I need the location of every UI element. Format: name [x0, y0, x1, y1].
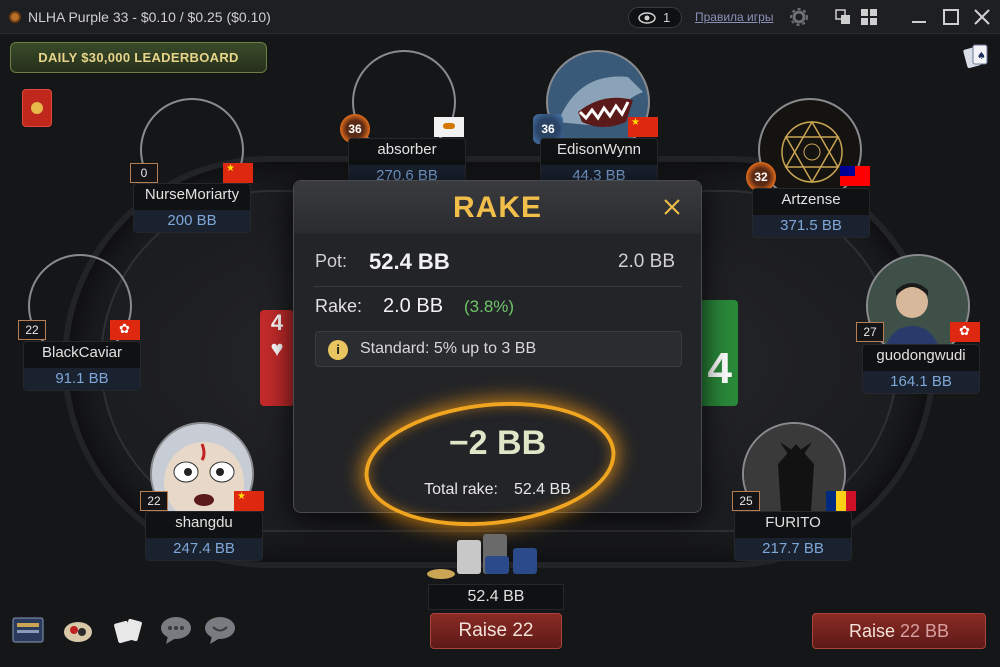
player-level-badge: 25	[732, 491, 760, 511]
community-card-right: 4	[700, 300, 738, 406]
player-plate: guodongwudi 164.1 BB	[862, 344, 980, 394]
pot-value: 52.4 BB	[369, 249, 450, 274]
player-name: BlackCaviar	[41, 344, 123, 361]
emoji-chat-icon[interactable]	[202, 614, 238, 646]
player-level-badge: 0	[130, 163, 158, 183]
player-name: EdisonWynn	[556, 141, 642, 158]
raise-bb-button[interactable]: Raise 22 BB	[812, 613, 986, 649]
close-icon[interactable]	[662, 197, 682, 217]
chip-emoji-icon[interactable]	[60, 614, 96, 646]
total-rake-value: 52.4 BB	[513, 481, 571, 498]
raise-bb-amount: 22 BB	[900, 621, 950, 641]
person-photo-icon	[868, 256, 968, 356]
title-bar: NLHA Purple 33 - $0.10 / $0.25 ($0.10) 1…	[0, 0, 1000, 34]
rake-info-text: Standard: 5% up to 3 BB	[360, 340, 537, 357]
player-plate: shangdu 247.4 BB	[145, 511, 263, 561]
flag-cyprus-icon	[434, 117, 464, 137]
flag-china-icon	[234, 491, 264, 511]
window-title: NLHA Purple 33 - $0.10 / $0.25 ($0.10)	[28, 9, 271, 25]
flag-china-icon	[628, 117, 658, 137]
flag-romania-icon	[826, 491, 856, 511]
rake-percent: (3.8%)	[464, 297, 515, 316]
player-stack: 91.1 BB	[24, 368, 140, 390]
player-name: absorber	[377, 141, 437, 158]
player-plate: NurseMoriarty 200 BB	[133, 183, 251, 233]
flag-hongkong-icon	[950, 322, 980, 342]
rake-info-box: i Standard: 5% up to 3 BB	[315, 331, 682, 367]
svg-text:♠: ♠	[977, 51, 986, 62]
rake-dialog: RAKE Pot: 52.4 BB 2.0 BB Rake: 2.0 BB (3…	[293, 180, 702, 538]
bottom-toolbar	[10, 614, 250, 654]
divider	[314, 286, 682, 287]
grid-view-icon[interactable]	[860, 8, 878, 26]
player-name: guodongwudi	[876, 347, 966, 364]
red-envelope-icon[interactable]	[22, 89, 52, 127]
metatron-avatar	[758, 98, 862, 202]
pot-total: 52.4 BB	[428, 584, 564, 610]
player-level-badge: 22	[18, 320, 46, 340]
rake-row: Rake: 2.0 BB (3.8%)	[294, 293, 701, 327]
observers-count: 1	[663, 10, 671, 25]
pot-row: Pot: 52.4 BB 2.0 BB	[294, 249, 701, 285]
pot-rake-amount: 2.0 BB	[617, 251, 675, 272]
heart-suit-icon: ♥	[270, 336, 284, 361]
flag-china-icon	[223, 163, 253, 183]
player-name: Artzense	[781, 191, 841, 208]
eye-icon	[638, 12, 656, 24]
rake-dialog-header: RAKE	[294, 181, 701, 234]
total-rake-label: Total rake:	[424, 481, 498, 498]
maximize-icon[interactable]	[942, 8, 960, 26]
pot-label: Pot:	[315, 251, 348, 271]
rake-label: Rake:	[315, 296, 363, 316]
flag-hongkong-icon	[110, 320, 140, 340]
tile-windows-icon[interactable]	[834, 8, 852, 26]
player-level-badge: 27	[856, 322, 884, 342]
chat-bubble-icon[interactable]	[158, 614, 194, 646]
community-card-left: 4 ♥	[260, 310, 294, 406]
player-stack: 164.1 BB	[863, 371, 979, 393]
photo-avatar	[866, 254, 970, 358]
player-name: NurseMoriarty	[144, 186, 240, 203]
game-rules-link[interactable]: Правила игры	[695, 10, 773, 24]
player-name: shangdu	[175, 514, 233, 531]
rake-dialog-title: RAKE	[452, 191, 542, 224]
card-deck-icon[interactable]: ♠	[962, 42, 990, 70]
player-level-badge: 22	[140, 491, 168, 511]
leaderboard-banner[interactable]: DAILY $30,000 LEADERBOARD	[10, 42, 267, 73]
total-rake-line: Total rake: 52.4 BB	[294, 481, 701, 499]
observers-counter[interactable]: 1	[628, 7, 682, 28]
player-plate: BlackCaviar 91.1 BB	[23, 341, 141, 391]
close-window-icon[interactable]	[973, 8, 991, 26]
player-stack: 217.7 BB	[735, 538, 851, 560]
player-stack: 371.5 BB	[753, 215, 869, 237]
rake-value: 2.0 BB	[383, 295, 444, 317]
hand-history-icon[interactable]	[10, 614, 46, 646]
app-logo-icon	[9, 11, 21, 23]
sacred-geometry-icon	[781, 120, 843, 184]
player-name: FURITO	[765, 514, 821, 531]
pot-chips-icon	[427, 534, 537, 579]
flag-taiwan-icon	[840, 166, 870, 186]
player-plate: FURITO 217.7 BB	[734, 511, 852, 561]
player-stack: 200 BB	[134, 210, 250, 232]
rake-big-value: −2 BB	[448, 424, 547, 462]
settings-gear-icon[interactable]	[790, 8, 808, 26]
raise-bb-label: Raise	[848, 621, 895, 641]
cards-emoji-icon[interactable]	[110, 614, 146, 646]
card-rank: 4	[270, 310, 284, 335]
info-icon: i	[328, 340, 348, 360]
minimize-icon[interactable]	[910, 8, 928, 26]
player-plate: Artzense 371.5 BB	[752, 188, 870, 238]
raise-button[interactable]: Raise 22	[430, 613, 562, 649]
player-stack: 247.4 BB	[146, 538, 262, 560]
